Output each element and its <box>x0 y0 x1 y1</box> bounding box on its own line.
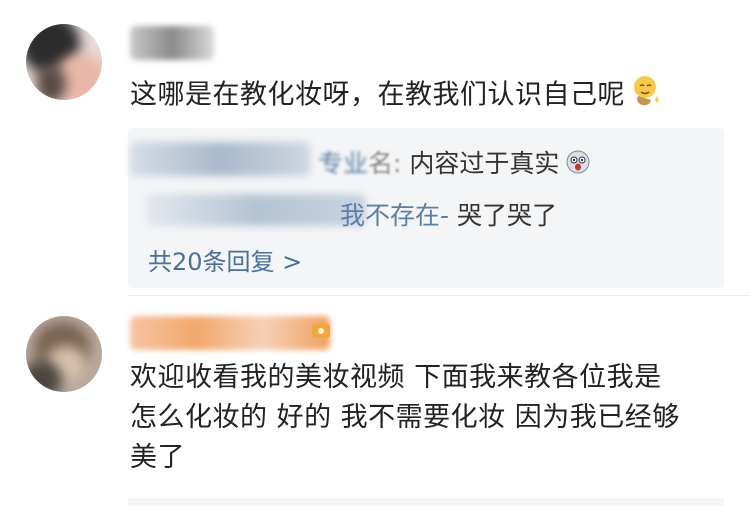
comment-2: 欢迎收看我的美妆视频 下面我来教各位我是 怎么化妆的 好的 我不需要化妆 因为我… <box>0 296 750 506</box>
reply-2[interactable]: 我不存在- 哭了哭了 <box>340 196 557 232</box>
reply-box: 专业名: 内容过于真实 我不存在- 哭了哭了 共20条回复 > <box>128 128 724 288</box>
reply-1[interactable]: 专业名: 内容过于真实 <box>318 144 591 181</box>
reply-author[interactable]: 专业 <box>318 149 368 178</box>
comment-1: 这哪是在教化妆呀，在教我们认识自己呢 专业名: 内容过于真实 我不存在- 哭了哭… <box>0 0 750 295</box>
avatar[interactable] <box>26 316 102 392</box>
comment-text: 这哪是在教化妆呀，在教我们认识自己呢 <box>130 74 661 118</box>
username[interactable] <box>130 316 330 350</box>
comment-text-content: 这哪是在教化妆呀，在教我们认识自己呢 <box>130 79 625 111</box>
comment-line-2: 怎么化妆的 好的 我不需要化妆 因为我已经够 <box>130 402 680 433</box>
username[interactable] <box>130 26 214 60</box>
reply-colon: 名: <box>368 149 402 178</box>
comment-line-1: 欢迎收看我的美妆视频 下面我来教各位我是 <box>130 362 662 393</box>
badge-icon <box>310 320 332 346</box>
reply-author[interactable]: 我不存在- <box>340 201 449 230</box>
scared-face-icon <box>565 149 591 181</box>
reply-text: 内容过于真实 <box>409 149 560 178</box>
reply-author-blur <box>146 194 366 226</box>
reply-author-blur <box>130 142 310 176</box>
comment-line-3: 美了 <box>130 442 185 473</box>
avatar[interactable] <box>26 24 102 100</box>
comment-text: 欢迎收看我的美妆视频 下面我来教各位我是 怎么化妆的 好的 我不需要化妆 因为我… <box>130 358 730 478</box>
reply-text: 哭了哭了 <box>456 201 557 230</box>
reply-box <box>128 498 724 506</box>
more-replies-link[interactable]: 共20条回复 > <box>148 242 302 277</box>
smiling-face-with-tear-icon <box>631 74 661 118</box>
